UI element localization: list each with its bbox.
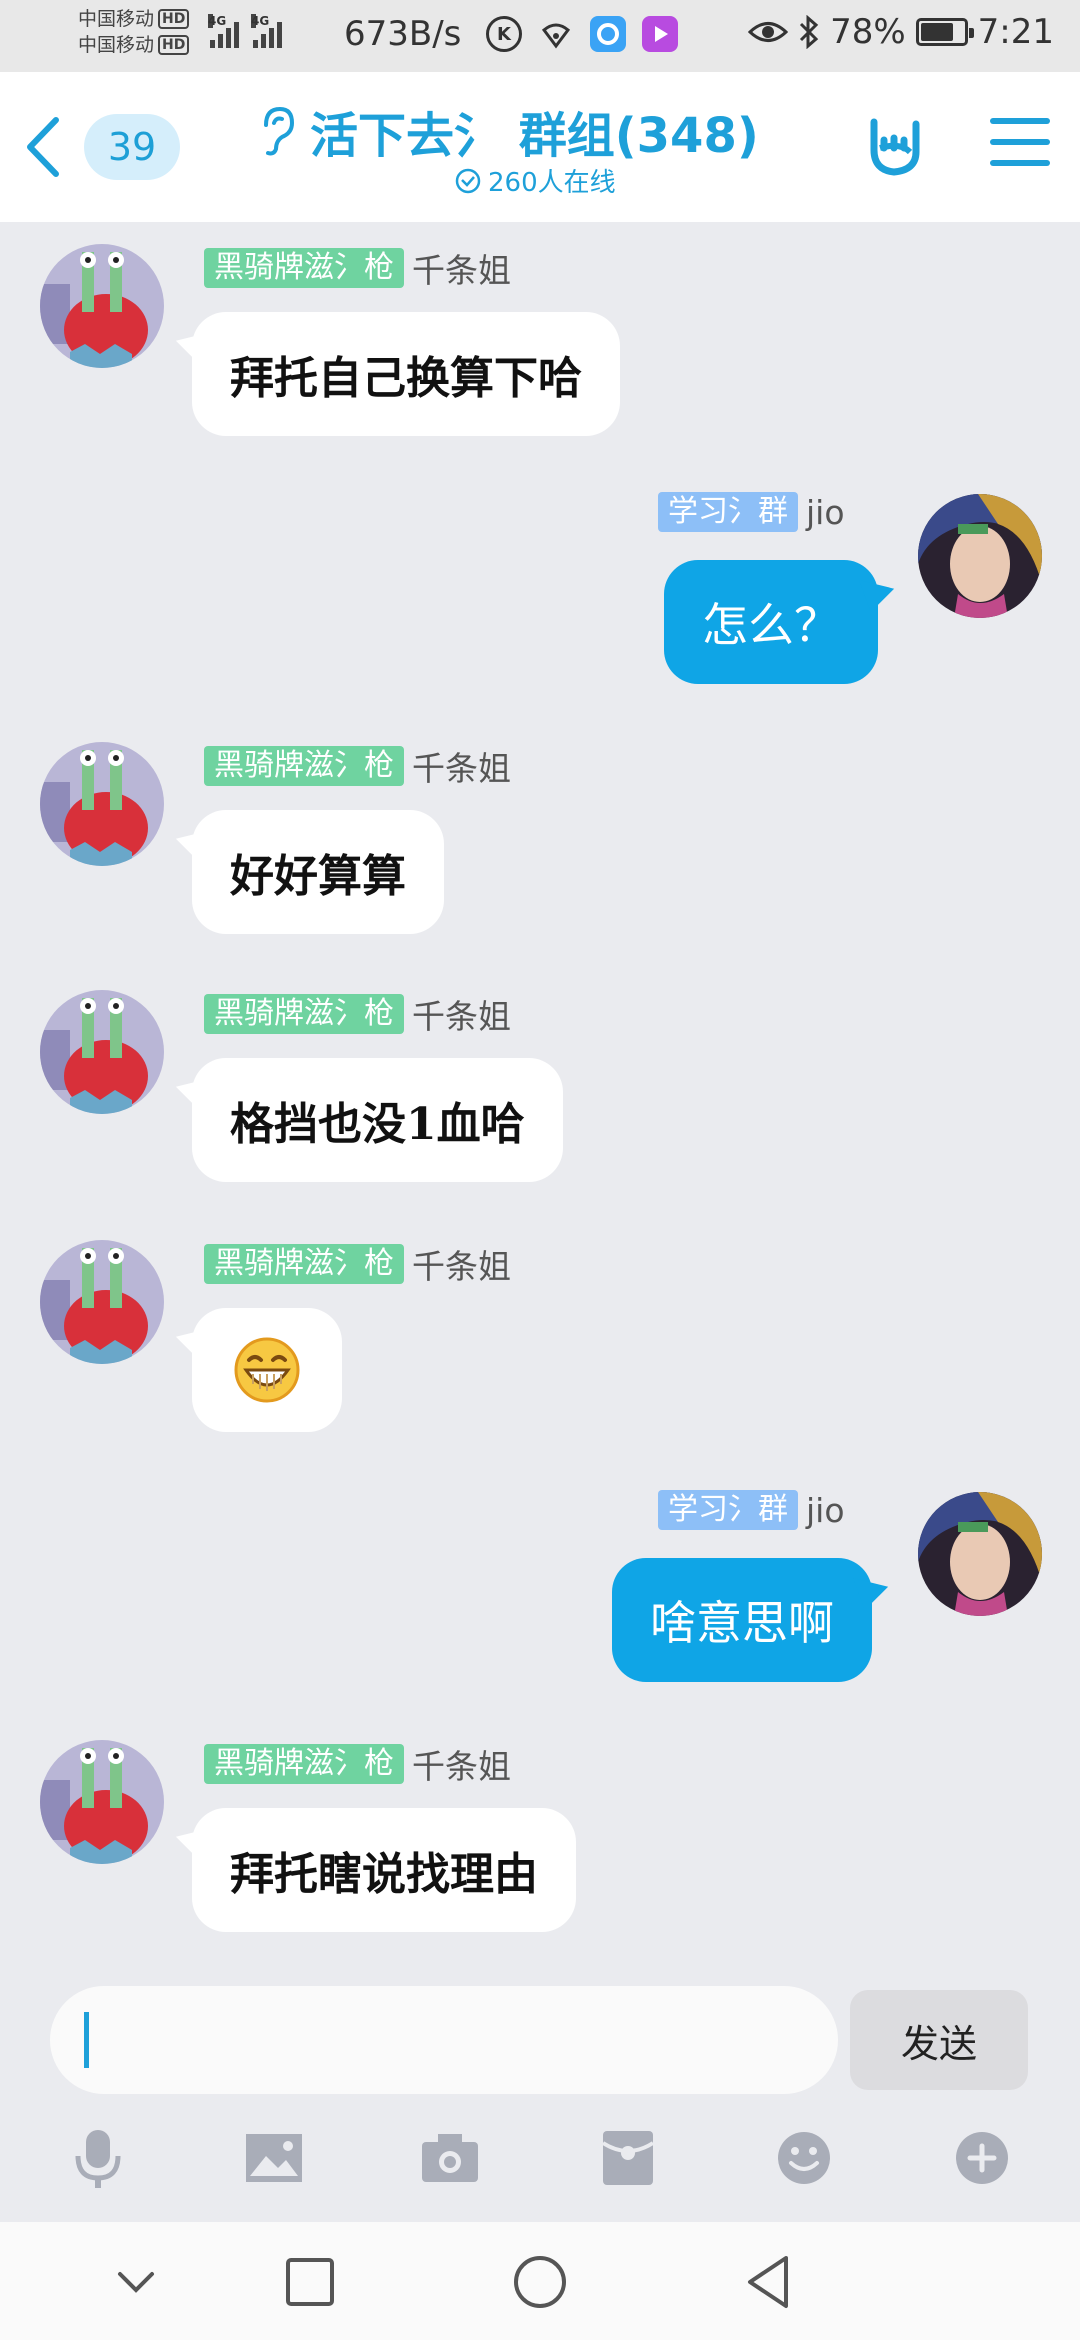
browser-app-icon — [590, 16, 626, 52]
system-nav-bar — [0, 2222, 1080, 2340]
signal-indicators: 4G 4G — [208, 14, 282, 48]
sender-line: 黑骑牌滋氵枪 千条姐 — [204, 244, 511, 292]
hd-badge-1: HD — [158, 9, 190, 29]
message-bubble[interactable]: 格挡也没1血哈 — [192, 1058, 563, 1182]
grin-emoji-icon — [234, 1337, 300, 1403]
rock-hand-icon[interactable] — [860, 112, 930, 182]
image-icon[interactable] — [238, 2122, 310, 2194]
clock: 7:21 — [977, 12, 1054, 52]
network-speed: 673B/s — [344, 14, 462, 54]
input-toolbar — [0, 2122, 1080, 2202]
sender-line: 黑骑牌滋氵枪 千条姐 — [204, 1240, 511, 1288]
red-packet-icon[interactable] — [592, 2122, 664, 2194]
wifi-icon — [541, 23, 571, 49]
online-count-label: 260人在线 — [488, 168, 616, 198]
avatar[interactable] — [40, 1740, 164, 1864]
check-circle-icon — [455, 168, 481, 193]
hd-badge-2: HD — [158, 35, 190, 55]
carrier-1: 中国移动 — [78, 8, 155, 30]
member-title-tag: 黑骑牌滋氵枪 — [204, 1244, 404, 1284]
member-title-tag: 学习氵群 — [658, 492, 798, 532]
sender-name[interactable]: 千条姐 — [412, 1240, 511, 1288]
sender-name[interactable]: jio — [806, 493, 845, 532]
chevron-down-icon[interactable] — [106, 2252, 166, 2312]
signal-bars-2-icon: 4G — [251, 14, 282, 48]
sender-line: 黑骑牌滋氵枪 千条姐 — [204, 742, 511, 790]
sender-name[interactable]: 千条姐 — [412, 1740, 511, 1788]
home-icon[interactable] — [510, 2252, 570, 2312]
member-title-tag: 黑骑牌滋氵枪 — [204, 1744, 404, 1784]
sender-name[interactable]: 千条姐 — [412, 742, 511, 790]
k-app-icon: K — [486, 16, 522, 52]
input-area: 发送 — [0, 1962, 1080, 2222]
message-bubble[interactable]: 啥意思啊 — [612, 1558, 872, 1682]
message-bubble[interactable]: 拜托瞎说找理由 — [192, 1808, 576, 1932]
carrier-2: 中国移动 — [78, 34, 155, 56]
send-button[interactable]: 发送 — [850, 1990, 1028, 2090]
battery-icon — [915, 18, 974, 46]
message-input[interactable] — [50, 1986, 838, 2094]
back-triangle-icon[interactable] — [740, 2252, 800, 2312]
message-list[interactable]: 黑骑牌滋氵枪 千条姐 拜托自己换算下哈 学习氵群 jio 怎么？ 黑骑牌滋氵枪 … — [0, 222, 1080, 1962]
online-count: 260人在线 — [454, 162, 616, 199]
avatar[interactable] — [40, 1240, 164, 1364]
text-caret — [84, 2012, 89, 2068]
camera-icon[interactable] — [414, 2122, 486, 2194]
avatar[interactable] — [918, 494, 1042, 618]
eye-icon — [748, 22, 789, 42]
unread-count-badge[interactable]: 39 — [84, 114, 180, 180]
member-title-tag: 黑骑牌滋氵枪 — [204, 746, 404, 786]
emoji-icon[interactable] — [768, 2122, 840, 2194]
sender-line: 黑骑牌滋氵枪 千条姐 — [204, 990, 511, 1038]
chat-title: 活下去氵 群组(348) — [310, 108, 759, 164]
sender-line: 黑骑牌滋氵枪 千条姐 — [204, 1740, 511, 1788]
sender-name[interactable]: 千条姐 — [412, 244, 511, 292]
back-arrow-icon[interactable] — [16, 112, 76, 182]
chat-title-area[interactable]: 活下去氵 群组(348) — [256, 96, 776, 166]
ear-mode-icon — [264, 106, 295, 156]
sender-line: 学习氵群 jio — [658, 1490, 845, 1530]
message-bubble[interactable]: 拜托自己换算下哈 — [192, 312, 620, 436]
message-bubble[interactable]: 好好算算 — [192, 810, 444, 934]
chat-header: 39 活下去氵 群组(348) 260人在线 — [0, 72, 1080, 222]
member-title-tag: 黑骑牌滋氵枪 — [204, 994, 404, 1034]
sender-line: 学习氵群 jio — [658, 492, 845, 532]
message-bubble[interactable]: 怎么？ — [664, 560, 878, 684]
message-bubble[interactable] — [192, 1308, 342, 1432]
status-right: 78% 7:21 — [748, 12, 1054, 52]
avatar[interactable] — [40, 244, 164, 368]
menu-icon[interactable] — [990, 118, 1050, 174]
avatar[interactable] — [918, 1492, 1042, 1616]
microphone-icon[interactable] — [62, 2122, 134, 2194]
status-bar: 中国移动 HD 中国移动 HD 4G 4G 673B/s K 78% 7:21 — [0, 0, 1080, 72]
sender-name[interactable]: jio — [806, 1491, 845, 1530]
battery-percent: 78% — [830, 12, 906, 52]
plus-icon[interactable] — [946, 2122, 1018, 2194]
member-title-tag: 黑骑牌滋氵枪 — [204, 248, 404, 288]
avatar[interactable] — [40, 742, 164, 866]
sender-name[interactable]: 千条姐 — [412, 990, 511, 1038]
avatar[interactable] — [40, 990, 164, 1114]
video-app-icon — [642, 16, 678, 52]
notification-icons: K — [486, 16, 678, 52]
recent-apps-icon[interactable] — [280, 2252, 340, 2312]
member-title-tag: 学习氵群 — [658, 1490, 798, 1530]
carrier-info: 中国移动 HD 中国移动 HD — [78, 6, 190, 58]
bluetooth-icon — [800, 15, 819, 49]
signal-bars-1-icon: 4G — [208, 14, 239, 48]
